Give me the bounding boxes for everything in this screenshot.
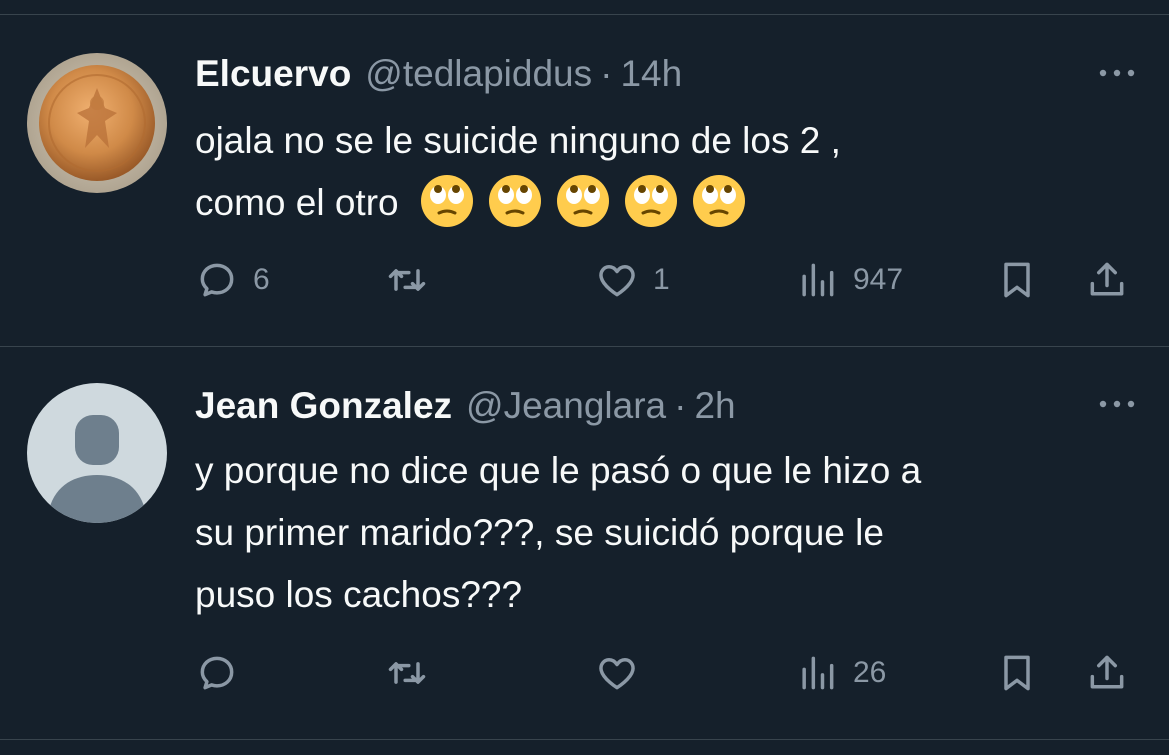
retweet-icon [388,269,426,291]
bookmark-button[interactable] [995,255,1039,305]
bookmark-icon [1004,262,1030,298]
separator: · [674,385,687,426]
face-with-rolling-eyes-icon [556,175,609,227]
tweet-actions: 6 1 947 [195,255,1140,305]
avatar[interactable] [27,383,167,523]
separator: · [600,53,613,94]
reply-button[interactable] [195,648,253,698]
share-icon [1090,655,1124,689]
views-count: 947 [853,263,904,296]
timestamp[interactable]: 14h [620,53,682,95]
tweet-text-line: ojala no se le suicide ninguno de los 2 … [195,120,841,161]
display-name[interactable]: Jean Gonzalez [195,385,452,427]
heart-icon [599,658,635,690]
retweet-button[interactable] [385,648,443,698]
like-count: 1 [653,263,670,296]
tweet[interactable]: Elcuervo @tedlapiddus · 14h ojala no se … [0,15,1169,347]
user-handle[interactable]: @Jeanglara [466,385,666,427]
like-button[interactable] [595,648,653,698]
tweet-text-line: puso los cachos??? [195,574,523,615]
bookmark-icon [1004,655,1030,691]
views-button[interactable]: 947 [795,255,903,305]
retweet-icon [388,662,426,684]
share-icon [1090,262,1124,296]
tweet-text-line-with-emojis: como el otro [195,172,1135,234]
tweet-text: y porque no dice que le pasó o que le hi… [195,440,1135,626]
timestamp[interactable]: 2h [694,385,735,427]
tweet-text-line: su primer marido???, se suicidó porque l… [195,512,884,553]
face-with-rolling-eyes-icon [420,175,473,227]
display-name[interactable]: Elcuervo [195,53,351,95]
face-with-rolling-eyes-icon [692,175,745,227]
views-count: 26 [853,656,887,689]
face-with-rolling-eyes-icon [624,175,677,227]
tweet-text-line: como el otro [195,182,399,223]
share-button[interactable] [1085,648,1129,698]
more-icon [1099,69,1135,77]
analytics-icon [802,263,834,297]
tweet[interactable]: Jean Gonzalez @Jeanglara · 2h y porque n… [0,348,1169,740]
share-button[interactable] [1085,255,1129,305]
tweet-text-line: y porque no dice que le pasó o que le hi… [195,450,922,491]
retweet-button[interactable] [385,255,443,305]
heart-icon [599,265,635,297]
reply-icon [200,656,234,690]
tweet-actions: 26 [195,648,1140,698]
like-button[interactable]: 1 [595,255,670,305]
tweet-text: ojala no se le suicide ninguno de los 2 … [195,110,1135,234]
more-options-button[interactable] [1093,392,1141,416]
analytics-icon [802,656,834,690]
bookmark-button[interactable] [995,648,1039,698]
more-options-button[interactable] [1093,61,1141,85]
face-with-rolling-eyes-icon [488,175,541,227]
tweet-header: Jean Gonzalez @Jeanglara · 2h [195,382,736,430]
gold-coin-avatar-icon [27,53,167,193]
user-handle[interactable]: @tedlapiddus [365,53,592,95]
avatar[interactable] [27,53,167,193]
default-person-avatar-icon [27,383,167,523]
more-icon [1099,400,1135,408]
reply-button[interactable]: 6 [195,255,270,305]
reply-icon [200,263,234,297]
reply-count: 6 [253,263,270,296]
views-button[interactable]: 26 [795,648,886,698]
tweet-header: Elcuervo @tedlapiddus · 14h [195,50,682,98]
